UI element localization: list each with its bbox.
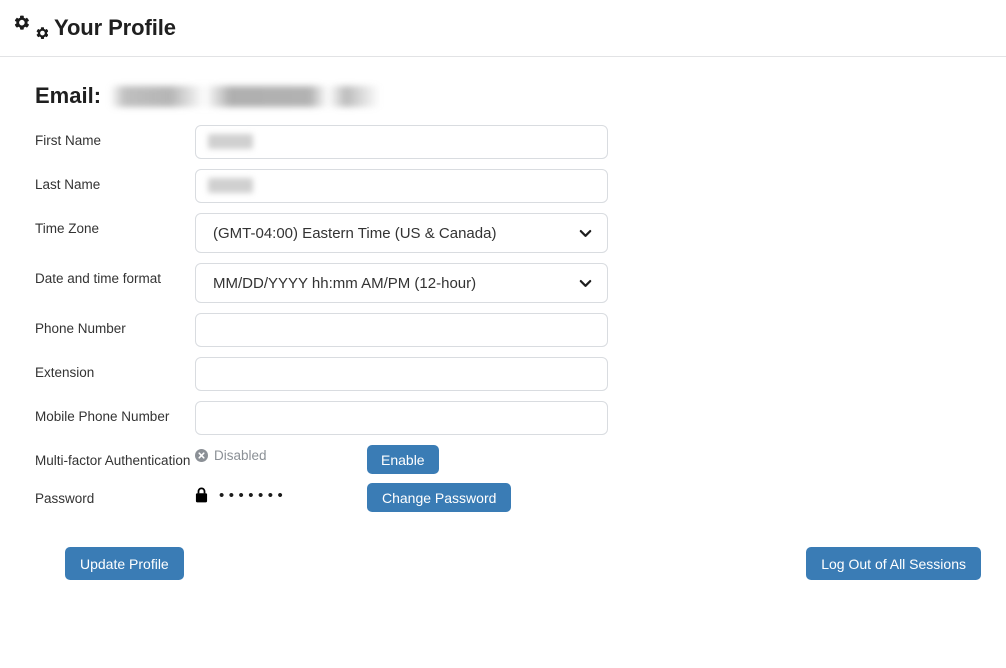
form-row-time-zone: Time Zone (GMT-04:00) Eastern Time (US &… — [0, 213, 1006, 253]
time-zone-select[interactable]: (GMT-04:00) Eastern Time (US & Canada) — [195, 213, 608, 253]
mfa-label: Multi-factor Authentication — [35, 453, 191, 468]
date-time-format-label: Date and time format — [35, 271, 162, 286]
profile-form: Email: First Name Last Name Time Zone (G… — [0, 57, 1006, 580]
password-status: ••••••• — [195, 483, 367, 503]
page-title: Your Profile — [54, 15, 176, 40]
x-circle-icon — [195, 449, 208, 463]
phone-number-control — [195, 313, 608, 347]
date-time-format-control: MM/DD/YYYY hh:mm AM/PM (12-hour) — [195, 263, 608, 303]
mobile-phone-number-input[interactable] — [195, 401, 608, 435]
time-zone-label: Time Zone — [35, 221, 100, 236]
mfa-status-text: Disabled — [214, 448, 267, 463]
update-profile-button[interactable]: Update Profile — [65, 547, 184, 580]
enable-mfa-button[interactable]: Enable — [367, 445, 439, 474]
mobile-phone-number-label: Mobile Phone Number — [35, 409, 170, 424]
time-zone-control: (GMT-04:00) Eastern Time (US & Canada) — [195, 213, 608, 253]
first-name-input[interactable] — [195, 125, 608, 159]
email-row: Email: — [0, 79, 1006, 113]
form-row-password: Password ••••••• Change Password — [0, 483, 1006, 512]
password-label: Password — [35, 491, 95, 506]
first-name-label: First Name — [35, 133, 102, 148]
extension-input[interactable] — [195, 357, 608, 391]
date-time-format-selected-value: MM/DD/YYYY hh:mm AM/PM (12-hour) — [213, 274, 477, 292]
form-row-mfa: Multi-factor Authentication Disabled Ena… — [0, 445, 1006, 474]
footer-actions: Update Profile Log Out of All Sessions — [0, 547, 1006, 580]
lock-icon — [195, 487, 208, 503]
email-value-redacted — [110, 85, 381, 107]
phone-number-input[interactable] — [195, 313, 608, 347]
time-zone-selected-value: (GMT-04:00) Eastern Time (US & Canada) — [213, 224, 497, 242]
mfa-status: Disabled — [195, 445, 367, 463]
password-masked-value: ••••••• — [219, 486, 288, 504]
date-time-format-select[interactable]: MM/DD/YYYY hh:mm AM/PM (12-hour) — [195, 263, 608, 303]
mobile-phone-number-control — [195, 401, 608, 435]
change-password-button[interactable]: Change Password — [367, 483, 512, 512]
form-row-last-name: Last Name — [0, 169, 1006, 203]
cogs-icon — [14, 15, 48, 39]
form-row-phone-number: Phone Number — [0, 313, 1006, 347]
form-row-first-name: First Name — [0, 125, 1006, 159]
last-name-label: Last Name — [35, 177, 101, 192]
form-row-mobile-phone-number: Mobile Phone Number — [0, 401, 1006, 435]
form-row-date-time-format: Date and time format MM/DD/YYYY hh:mm AM… — [0, 263, 1006, 303]
page-header: Your Profile — [0, 0, 1006, 57]
email-label: Email: — [35, 83, 102, 108]
logout-all-sessions-button[interactable]: Log Out of All Sessions — [806, 547, 981, 580]
phone-number-label: Phone Number — [35, 321, 126, 336]
first-name-control — [195, 125, 608, 159]
last-name-control — [195, 169, 608, 203]
extension-label: Extension — [35, 365, 95, 380]
form-row-extension: Extension — [0, 357, 1006, 391]
last-name-input[interactable] — [195, 169, 608, 203]
extension-control — [195, 357, 608, 391]
